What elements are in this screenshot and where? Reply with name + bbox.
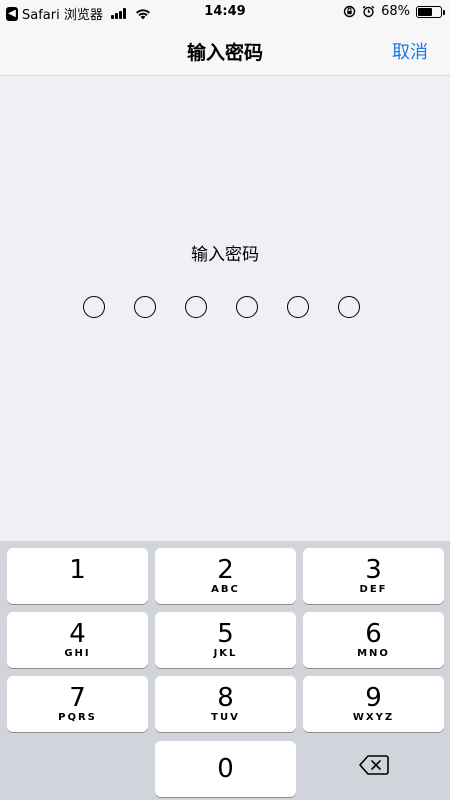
key-letters: DEF	[359, 584, 388, 595]
passcode-screen: ◀ Safari 浏览器 14:49 68% 输入密码 取消 输入密码 1 2 …	[0, 0, 450, 800]
rotation-lock-icon	[343, 5, 356, 18]
key-letters: TUV	[211, 712, 240, 723]
status-bar: ◀ Safari 浏览器 14:49 68%	[0, 0, 450, 26]
page-title: 输入密码	[186, 42, 263, 64]
passcode-dot	[185, 296, 207, 318]
key-digit: 9	[365, 683, 382, 713]
key-2[interactable]: 2 ABC	[155, 548, 296, 604]
passcode-prompt: 输入密码	[191, 245, 259, 265]
key-digit: 6	[365, 619, 382, 649]
key-0[interactable]: 0	[155, 741, 296, 797]
key-5[interactable]: 5 JKL	[155, 612, 296, 668]
navigation-bar: 输入密码 取消	[0, 26, 450, 76]
key-8[interactable]: 8 TUV	[155, 676, 296, 732]
key-digit: 5	[217, 619, 234, 649]
numeric-keypad: 1 2 ABC 3 DEF 4 GHI 5 JKL 6 MNO 7 PQRS 8 TUV 9 WXYZ 0	[0, 541, 450, 800]
key-letters: MNO	[357, 648, 390, 659]
key-7[interactable]: 7 PQRS	[7, 676, 148, 732]
key-4[interactable]: 4 GHI	[7, 612, 148, 668]
key-letters: GHI	[64, 648, 91, 659]
key-digit: 8	[217, 683, 234, 713]
battery-icon	[416, 5, 445, 18]
backspace-icon	[358, 755, 389, 775]
passcode-dot	[287, 296, 309, 318]
key-digit: 0	[217, 754, 234, 784]
key-digit: 3	[365, 555, 382, 585]
key-digit: 7	[69, 683, 86, 713]
passcode-dot	[338, 296, 360, 318]
passcode-dot	[134, 296, 156, 318]
passcode-dot	[236, 296, 258, 318]
battery-level-fill	[418, 7, 432, 16]
passcode-dot	[83, 296, 105, 318]
battery-percent: 68%	[381, 4, 410, 19]
key-letters: ABC	[211, 584, 240, 595]
key-letters: PQRS	[58, 712, 97, 723]
key-digit: 2	[217, 555, 234, 585]
delete-button[interactable]	[303, 737, 444, 793]
key-6[interactable]: 6 MNO	[303, 612, 444, 668]
key-letters: JKL	[213, 648, 238, 659]
key-1[interactable]: 1	[7, 548, 148, 604]
status-right: 68%	[343, 4, 445, 19]
key-letters: WXYZ	[352, 712, 395, 723]
key-9[interactable]: 9 WXYZ	[303, 676, 444, 732]
key-digit: 4	[69, 619, 86, 649]
alarm-icon	[362, 5, 375, 18]
passcode-dots	[83, 296, 360, 318]
cancel-button[interactable]: 取消	[392, 38, 428, 64]
key-3[interactable]: 3 DEF	[303, 548, 444, 604]
key-digit: 1	[69, 555, 86, 585]
